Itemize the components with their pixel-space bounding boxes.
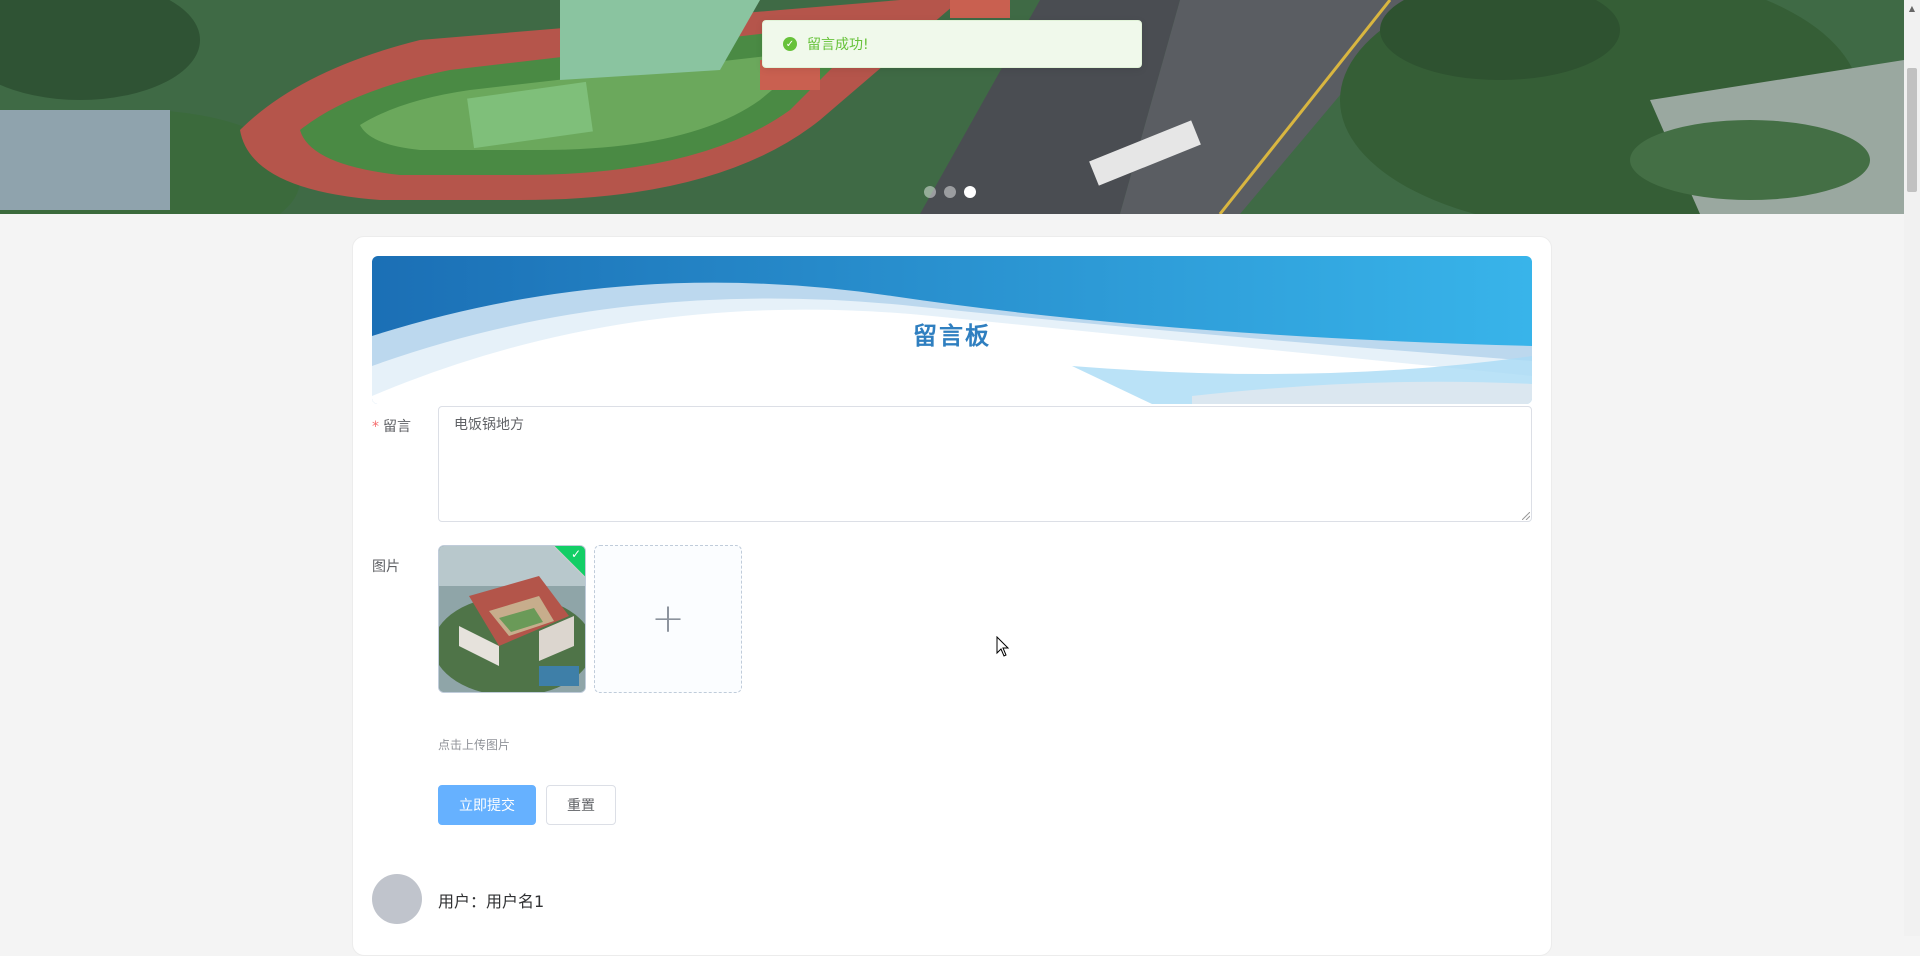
upload-tip: 点击上传图片 [438, 738, 511, 752]
message-label: 留言 [383, 419, 411, 435]
resize-handle-icon[interactable] [1522, 512, 1530, 520]
comment-username: 用户：用户名1 [438, 892, 545, 911]
message-label-row: * 留言 [372, 416, 411, 436]
message-textarea[interactable]: 电饭锅地方 [438, 406, 1532, 522]
page-scrollbar[interactable]: ▲ [1904, 0, 1920, 936]
scroll-up-icon[interactable]: ▲ [1904, 0, 1920, 16]
page-title: 留言板 [913, 322, 991, 350]
carousel-dot-2[interactable] [944, 186, 956, 198]
required-mark: * [372, 419, 379, 435]
check-icon: ✓ [570, 547, 581, 561]
carousel-dot-3[interactable] [964, 186, 976, 198]
check-circle-icon: ✓ [783, 37, 797, 51]
mouse-cursor-icon [996, 636, 1010, 657]
carousel-indicators [924, 186, 976, 198]
carousel-dot-1[interactable] [924, 186, 936, 198]
school-building-image [439, 546, 585, 692]
plus-icon: + [651, 596, 685, 642]
submit-button[interactable]: 立即提交 [438, 785, 536, 825]
uploaded-image-thumbnail[interactable]: ✓ [438, 545, 586, 693]
message-board-banner: 留言板 [372, 256, 1532, 404]
avatar [372, 874, 422, 924]
image-label: 图片 [372, 559, 400, 575]
upload-add-button[interactable]: + [594, 545, 742, 693]
toast-message: 留言成功! [807, 37, 869, 53]
success-toast: ✓ 留言成功! [762, 20, 1142, 68]
scroll-thumb[interactable] [1907, 68, 1917, 192]
reset-button[interactable]: 重置 [546, 785, 616, 825]
